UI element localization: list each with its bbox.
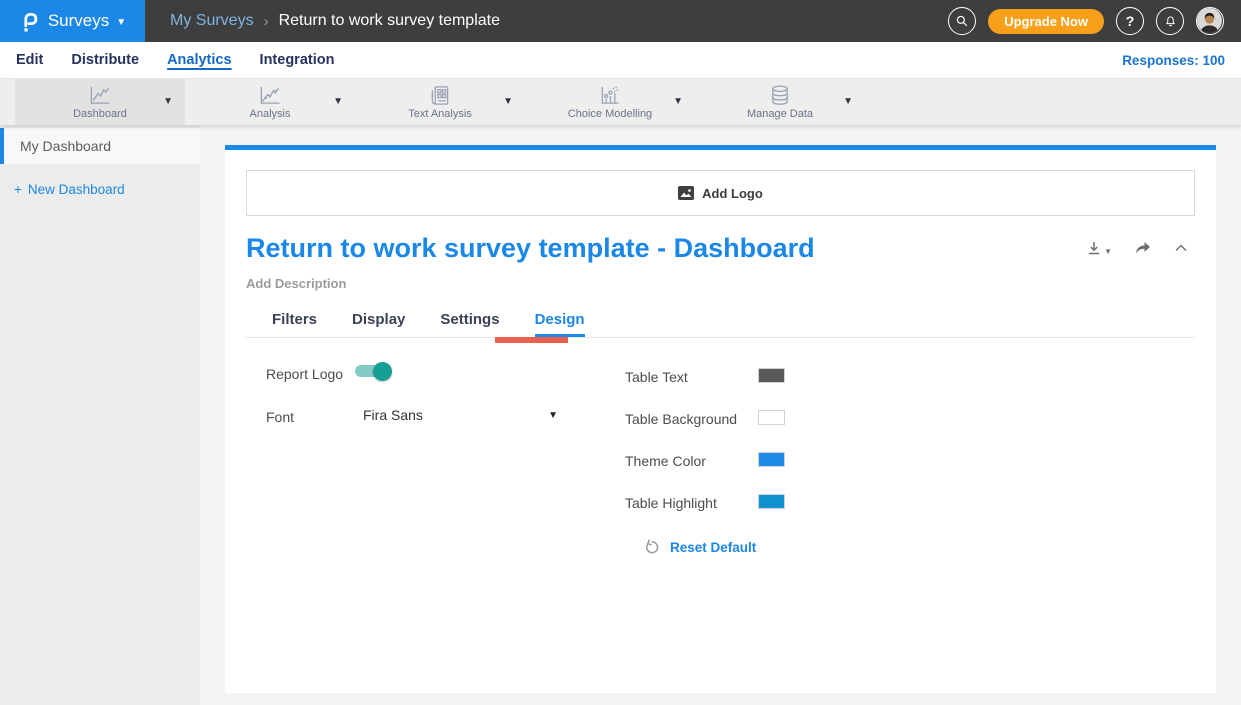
theme-color-label: Theme Color [625,453,706,469]
dashboard-content-area: Add Logo Return to work survey template … [200,125,1241,705]
avatar-photo [1197,8,1222,33]
header-actions: Upgrade Now ? [948,7,1241,35]
toolbar-item-label: Text Analysis [408,108,472,120]
breadcrumb-current-survey: Return to work survey template [279,12,500,30]
download-button[interactable]: ▼ [1086,239,1112,256]
nav-integration[interactable]: Integration [260,52,335,68]
toolbar-item-manage-data[interactable]: Manage Data ▼ [695,79,865,125]
toolbar-item-label: Choice Modelling [568,108,652,120]
upgrade-now-button[interactable]: Upgrade Now [988,9,1104,34]
plus-icon: + [14,182,22,197]
toolbar-item-label: Manage Data [747,108,813,120]
font-dropdown-value: Fira Sans [363,407,423,423]
table-highlight-color-swatch[interactable] [758,494,785,509]
table-highlight-label: Table Highlight [625,495,717,511]
refresh-icon [643,539,660,556]
questionpro-logo-icon [19,9,41,34]
caret-down-icon[interactable]: ▼ [163,96,173,107]
breadcrumb-separator: › [264,13,269,30]
caret-down-icon[interactable]: ▼ [503,96,513,107]
reset-default-button[interactable]: Reset Default [643,539,756,556]
toolbar-item-analysis[interactable]: Analysis ▼ [185,79,355,125]
dashboard-settings-tabs: Filters Display Settings Design [272,311,585,337]
nav-distribute[interactable]: Distribute [71,52,139,68]
toolbar-item-text-analysis[interactable]: Text Analysis ▼ [355,79,525,125]
text-analysis-icon [428,84,452,107]
analytics-toolbar: Dashboard ▼ Analysis ▼ Text Analysis ▼ [0,79,1241,125]
collapse-button[interactable] [1174,243,1188,252]
new-dashboard-label: New Dashboard [28,182,125,197]
reset-default-label: Reset Default [670,540,756,555]
toggle-knob [373,362,392,381]
share-icon [1134,240,1152,256]
report-logo-label: Report Logo [266,366,343,382]
card-accent-bar [225,145,1216,150]
search-button[interactable] [948,7,976,35]
choice-modelling-icon [598,84,622,107]
font-label: Font [266,409,294,425]
dashboard-actions: ▼ [1086,239,1188,256]
add-logo-label: Add Logo [702,186,763,201]
chevron-down-icon: ▼ [116,17,126,28]
table-background-label: Table Background [625,411,737,427]
tab-design[interactable]: Design [535,311,585,337]
dashboard-card: Add Logo Return to work survey template … [225,145,1216,693]
caret-down-icon: ▼ [548,410,558,421]
notifications-button[interactable] [1156,7,1184,35]
share-button[interactable] [1134,240,1152,256]
responses-count: Responses: 100 [1122,53,1225,68]
caret-down-icon: ▼ [1104,247,1112,256]
image-icon [678,186,694,200]
tab-filters[interactable]: Filters [272,311,317,337]
breadcrumb-my-surveys[interactable]: My Surveys [170,12,254,30]
dashboard-title: Return to work survey template - Dashboa… [246,233,815,264]
user-avatar[interactable] [1196,7,1224,35]
sidebar-item-label: My Dashboard [20,138,111,154]
download-icon [1086,240,1102,256]
add-logo-dropzone[interactable]: Add Logo [246,170,1195,216]
tab-display[interactable]: Display [352,311,405,337]
toolbar-item-choice-modelling[interactable]: Choice Modelling ▼ [525,79,695,125]
font-dropdown[interactable]: Fira Sans ▼ [363,407,558,423]
product-label: Surveys [48,11,109,31]
toolbar-item-label: Analysis [250,108,291,120]
help-button[interactable]: ? [1116,7,1144,35]
toolbar-item-label: Dashboard [73,108,127,120]
breadcrumb: My Surveys › Return to work survey templ… [170,12,500,30]
dashboard-chart-icon [87,84,113,107]
question-mark-icon: ? [1126,13,1135,29]
bell-icon [1162,13,1179,30]
table-text-label: Table Text [625,369,688,385]
caret-down-icon[interactable]: ▼ [673,96,683,107]
toolbar-item-dashboard[interactable]: Dashboard ▼ [15,79,185,125]
table-background-color-swatch[interactable] [758,410,785,425]
survey-section-nav: Edit Distribute Analytics Integration Re… [0,42,1241,79]
tab-settings[interactable]: Settings [440,311,499,337]
report-logo-toggle[interactable] [355,365,389,377]
nav-analytics[interactable]: Analytics [167,52,231,68]
tab-divider [246,337,1195,338]
analysis-chart-icon [257,84,283,107]
caret-down-icon[interactable]: ▼ [843,96,853,107]
add-description-field[interactable]: Add Description [246,276,346,291]
new-dashboard-button[interactable]: + New Dashboard [14,182,200,197]
table-text-color-swatch[interactable] [758,368,785,383]
chevron-up-icon [1174,243,1188,252]
database-icon [768,84,792,107]
design-tab-highlight-annotation [495,337,568,343]
product-switcher[interactable]: Surveys ▼ [0,0,145,42]
search-icon [953,12,971,30]
sidebar-item-my-dashboard[interactable]: My Dashboard [0,128,200,164]
dashboard-sidebar: My Dashboard + New Dashboard [0,125,200,705]
nav-edit[interactable]: Edit [16,52,43,68]
caret-down-icon[interactable]: ▼ [333,96,343,107]
theme-color-swatch[interactable] [758,452,785,467]
top-header-bar: Surveys ▼ My Surveys › Return to work su… [0,0,1241,42]
